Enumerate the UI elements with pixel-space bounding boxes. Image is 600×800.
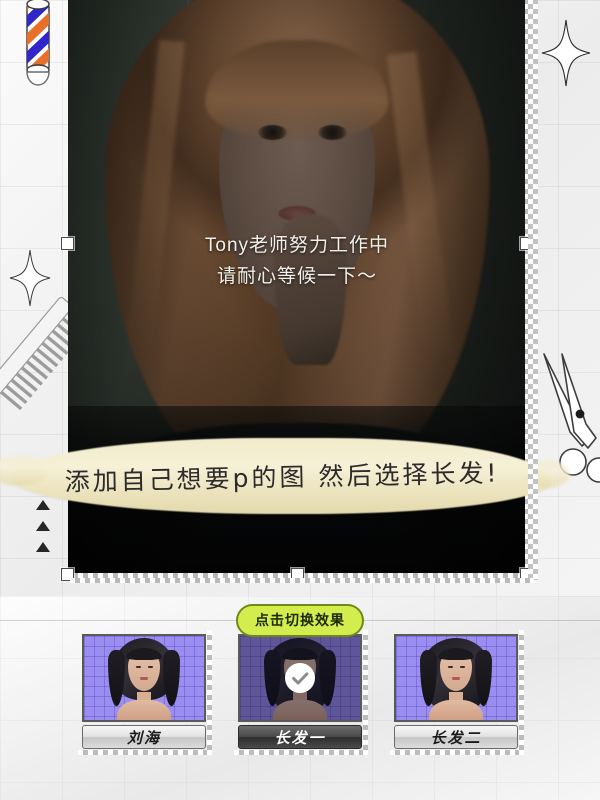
portrait-hair-side <box>163 650 180 706</box>
portrait-shoulders <box>117 700 171 720</box>
selection-ants <box>390 750 522 755</box>
photo-caption: Tony老师努力工作中 请耐心等候一下～ <box>68 230 526 293</box>
effect-option-bangs[interactable]: 刘海 <box>78 630 212 755</box>
portrait-shoulders <box>429 700 483 720</box>
thumbnail-portrait <box>418 636 494 720</box>
selection-ants <box>519 630 524 755</box>
effect-option-label[interactable]: 长发二 <box>394 725 518 749</box>
effect-picker-bar: 点击切换效果 刘海 长发一 长发二 <box>0 596 600 800</box>
caption-line-2: 请耐心等候一下～ <box>216 266 377 288</box>
portrait-eye <box>136 666 141 668</box>
selection-ants <box>78 750 210 755</box>
selection-ants <box>363 630 368 755</box>
effect-option-label[interactable]: 刘海 <box>82 725 206 749</box>
caption-line-1: Tony老师努力工作中 <box>204 235 390 256</box>
thumbnail-portrait <box>106 636 182 720</box>
portrait-hair-side <box>475 650 492 706</box>
transparency-checker-strip <box>528 0 538 580</box>
effect-thumbnail[interactable] <box>238 634 362 722</box>
portrait-hair-side <box>108 650 125 706</box>
portrait-bangs <box>438 648 474 660</box>
triangle-marker <box>36 521 50 531</box>
app-root: Tony老师努力工作中 请耐心等候一下～ 添加自己想要p的图 然后选择长发! 点… <box>0 0 600 800</box>
effect-option-long-hair-one[interactable]: 长发一 <box>234 630 368 755</box>
selection-edge-bottom-outer <box>70 578 534 583</box>
effect-thumbnail[interactable] <box>394 634 518 722</box>
effect-thumbnail-list: 刘海 长发一 长发二 <box>0 630 600 755</box>
triangle-marker <box>36 542 50 552</box>
banner-text: 添加自己想要p的图 然后选择长发! <box>64 458 500 497</box>
effect-option-label[interactable]: 长发一 <box>238 725 362 749</box>
switch-effect-pill[interactable]: 点击切换效果 <box>236 604 364 637</box>
selection-ants <box>234 750 366 755</box>
effect-option-long-hair-two[interactable]: 长发二 <box>390 630 524 755</box>
portrait-eye <box>448 666 453 668</box>
effect-thumbnail[interactable] <box>82 634 206 722</box>
selection-ants <box>207 630 212 755</box>
portrait-bangs <box>126 648 162 660</box>
check-icon <box>285 663 315 693</box>
portrait-lips <box>452 677 460 680</box>
instruction-banner: 添加自己想要p的图 然后选择长发! <box>12 438 552 514</box>
portrait-eye <box>460 666 465 668</box>
portrait-lips <box>140 677 148 680</box>
portrait-eye <box>148 666 153 668</box>
